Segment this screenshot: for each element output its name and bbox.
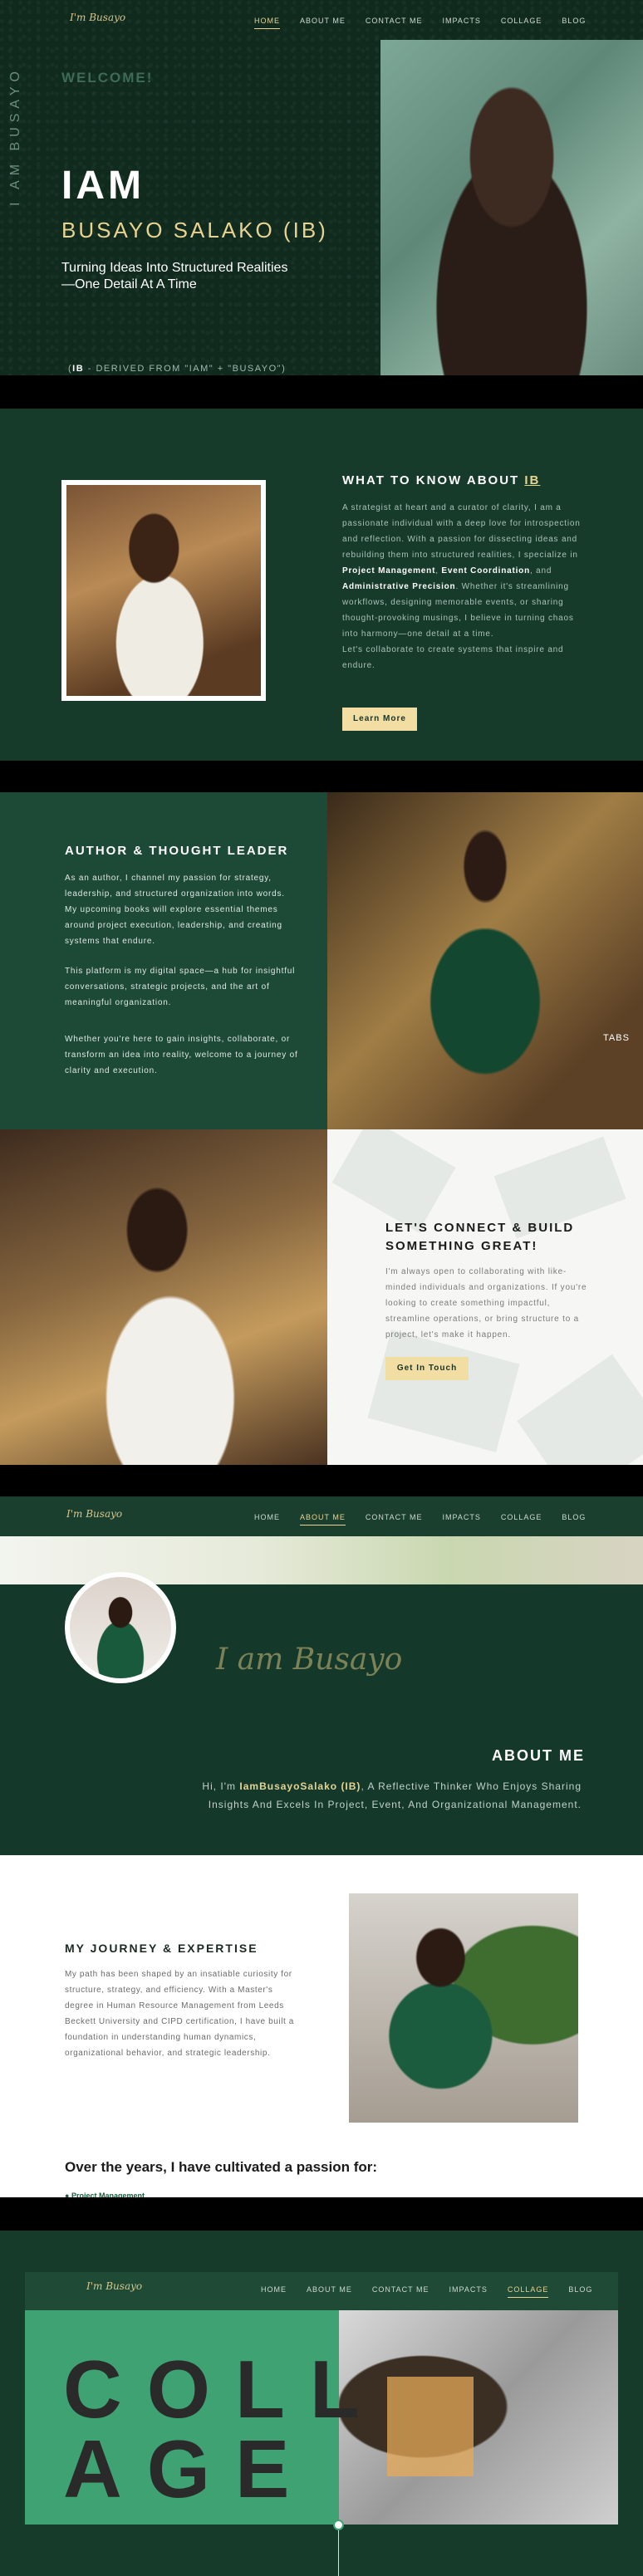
hero-name: BUSAYO SALAKO (IB) [61, 218, 328, 242]
author-paragraph-1: As an author, I channel my passion for s… [65, 874, 285, 946]
nav-home[interactable]: HOME [254, 17, 280, 29]
get-in-touch-button[interactable]: Get In Touch [385, 1357, 469, 1380]
collage-divider [338, 2525, 339, 2576]
aboutme-nav: HOME ABOUT ME CONTACT ME IMPACTS COLLAGE… [254, 1513, 586, 1526]
signature-script: I am Busayo [216, 1643, 403, 1677]
hero-tagline-line1: Turning Ideas Into Structured Realities [61, 261, 288, 275]
author-title: AUTHOR & THOUGHT LEADER [65, 844, 289, 858]
nav-home[interactable]: HOME [254, 1513, 280, 1526]
nav-blog[interactable]: BLOG [568, 2285, 592, 2298]
main-nav: HOME ABOUT ME CONTACT ME IMPACTS COLLAGE… [254, 17, 586, 29]
collage-word-2: AGE [63, 2423, 315, 2515]
nav-contact-me[interactable]: CONTACT ME [372, 2285, 429, 2298]
nav-contact-me[interactable]: CONTACT ME [366, 17, 423, 29]
separator [0, 2197, 643, 2231]
about-title: WHAT TO KNOW ABOUT IB [342, 473, 541, 487]
aboutme-intro: Hi, I'm IamBusayoSalako (IB), A Reflecti… [202, 1780, 582, 1810]
journey-title: MY JOURNEY & EXPERTISE [65, 1942, 258, 1955]
welcome-text: WELCOME! [61, 70, 154, 86]
aboutme-heading: ABOUT ME [492, 1747, 585, 1764]
hero-portrait-image [380, 40, 643, 375]
nav-impacts[interactable]: IMPACTS [443, 1513, 481, 1526]
connect-title: LET'S CONNECT & BUILD SOMETHING GREAT! [385, 1221, 575, 1253]
avatar [70, 1577, 171, 1678]
journey-portrait-image [349, 1893, 578, 2123]
learn-more-button[interactable]: Learn More [342, 708, 417, 731]
connect-portrait-image [0, 1129, 327, 1465]
nav-impacts[interactable]: IMPACTS [443, 17, 481, 29]
nav-blog[interactable]: BLOG [562, 1513, 586, 1526]
about-portrait-image [66, 485, 261, 696]
about-paragraph: A strategist at heart and a curator of c… [342, 503, 581, 670]
collage-scroll-indicator[interactable] [333, 2520, 344, 2530]
vertical-name-text: I AM BUSAYO [8, 66, 22, 206]
separator [0, 761, 643, 792]
photo-label: TABS [603, 1033, 630, 1043]
nav-about-me[interactable]: ABOUT ME [307, 2285, 352, 2298]
separator [0, 375, 643, 409]
author-portrait-image [327, 792, 643, 1129]
collage-gold-overlay [387, 2377, 474, 2476]
passion-heading: Over the years, I have cultivated a pass… [65, 2159, 378, 2175]
aboutme-logo[interactable]: I'm Busayo [66, 1508, 122, 1520]
author-paragraph-3: Whether you're here to gain insights, co… [65, 1035, 298, 1075]
site-logo[interactable]: I'm Busayo [70, 12, 125, 23]
nav-about-me[interactable]: ABOUT ME [300, 17, 346, 29]
author-paragraph-2: This platform is my digital space—a hub … [65, 967, 296, 1007]
nav-about-me[interactable]: ABOUT ME [300, 1513, 346, 1526]
separator [0, 1465, 643, 1496]
nav-home[interactable]: HOME [261, 2285, 287, 2298]
hero-iam: IAM [61, 164, 145, 208]
journey-paragraph: My path has been shaped by an insatiable… [65, 1970, 294, 2058]
nav-collage[interactable]: COLLAGE [501, 1513, 542, 1526]
nav-blog[interactable]: BLOG [562, 17, 586, 29]
collage-word-1: COLL [63, 2343, 385, 2435]
collage-nav: HOME ABOUT ME CONTACT ME IMPACTS COLLAGE… [261, 2285, 592, 2298]
connect-paragraph: I'm always open to collaborating with li… [385, 1267, 587, 1339]
nav-impacts[interactable]: IMPACTS [449, 2285, 488, 2298]
collage-logo[interactable]: I'm Busayo [86, 2280, 142, 2292]
nav-collage[interactable]: COLLAGE [507, 2285, 549, 2298]
name-derivation-note: (IB - DERIVED FROM "IAM" + "BUSAYO") [68, 364, 287, 374]
hero-tagline-line2: —One Detail At A Time [61, 277, 197, 291]
nav-collage[interactable]: COLLAGE [501, 17, 542, 29]
nav-contact-me[interactable]: CONTACT ME [366, 1513, 423, 1526]
